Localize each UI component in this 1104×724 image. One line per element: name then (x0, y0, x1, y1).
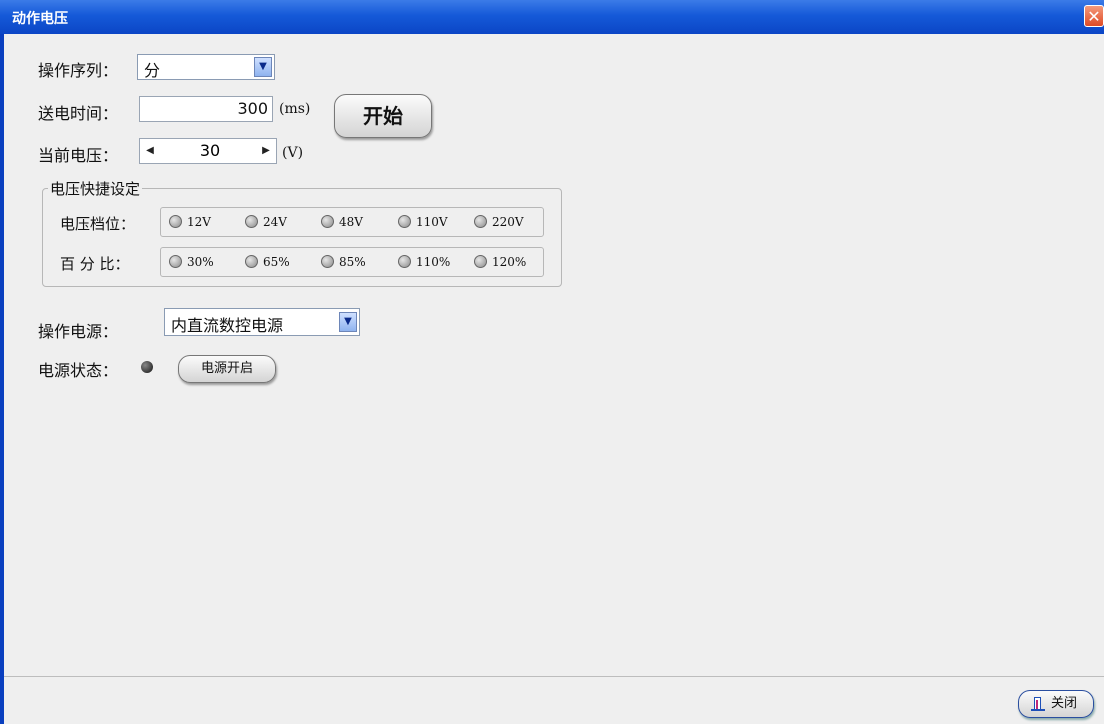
increment-arrow-icon[interactable]: ▶ (259, 142, 273, 160)
action-voltage-window: 动作电压 ✕ 操作序列： 分 ▼ 送电时间： 300 (ms) 开始 当前电压：… (0, 0, 1104, 724)
op-sequence-label: 操作序列： (38, 61, 119, 80)
close-label: 关闭 (1051, 696, 1078, 711)
level-option-220v[interactable]: 220V (474, 215, 524, 229)
send-time-label: 送电时间： (38, 104, 119, 123)
percent-option-85[interactable]: 85% (321, 255, 366, 269)
decrement-arrow-icon[interactable]: ◀ (143, 142, 157, 160)
radio-icon (321, 215, 334, 228)
level-option-24v[interactable]: 24V (245, 215, 287, 229)
dropdown-arrow-icon[interactable]: ▼ (339, 312, 357, 332)
op-sequence-value: 分 (144, 61, 161, 80)
title-bar: 动作电压 ✕ (0, 0, 1104, 34)
power-status-led-icon (141, 361, 153, 373)
percent-option-110[interactable]: 110% (398, 255, 450, 269)
close-icon: ✕ (1087, 7, 1101, 26)
radio-icon (169, 255, 182, 268)
percent-option-120[interactable]: 120% (474, 255, 526, 269)
close-button[interactable]: 关闭 (1018, 690, 1094, 718)
percent-option-65[interactable]: 65% (245, 255, 290, 269)
window-title: 动作电压 (12, 11, 68, 27)
radio-icon (474, 255, 487, 268)
percent-row: 30% 65% 85% 110% 120% (160, 247, 544, 277)
level-option-12v[interactable]: 12V (169, 215, 211, 229)
dropdown-arrow-icon[interactable]: ▼ (254, 57, 272, 77)
window-close-button[interactable]: ✕ (1084, 5, 1104, 27)
radio-icon (321, 255, 334, 268)
power-source-value: 内直流数控电源 (171, 316, 284, 335)
power-status-label: 电源状态： (38, 361, 119, 380)
percent-option-30[interactable]: 30% (169, 255, 214, 269)
radio-icon (245, 255, 258, 268)
radio-icon (245, 215, 258, 228)
percent-label: 百 分 比： (60, 255, 130, 273)
radio-icon (169, 215, 182, 228)
level-option-48v[interactable]: 48V (321, 215, 363, 229)
current-voltage-unit: (V) (282, 145, 304, 161)
voltage-quick-set-title: 电压快捷设定 (48, 178, 143, 199)
power-source-label: 操作电源： (38, 322, 119, 341)
op-sequence-select[interactable]: 分 ▼ (137, 54, 275, 80)
voltage-level-label: 电压档位： (60, 215, 136, 233)
send-time-unit: (ms) (279, 101, 311, 117)
power-on-button[interactable]: 电源开启 (178, 355, 276, 383)
voltage-level-row: 12V 24V 48V 110V 220V (160, 207, 544, 237)
level-option-110v[interactable]: 110V (398, 215, 448, 229)
power-source-select[interactable]: 内直流数控电源 ▼ (164, 308, 360, 336)
send-time-input[interactable]: 300 (139, 96, 273, 122)
door-exit-icon (1031, 697, 1045, 711)
current-voltage-value: 30 (199, 141, 221, 160)
radio-icon (474, 215, 487, 228)
current-voltage-label: 当前电压： (38, 146, 119, 165)
radio-icon (398, 255, 411, 268)
current-voltage-spinner[interactable]: ◀ 30 ▶ (139, 138, 277, 164)
radio-icon (398, 215, 411, 228)
send-time-value: 300 (237, 99, 268, 118)
footer-divider (4, 676, 1104, 677)
start-button[interactable]: 开始 (334, 94, 432, 138)
